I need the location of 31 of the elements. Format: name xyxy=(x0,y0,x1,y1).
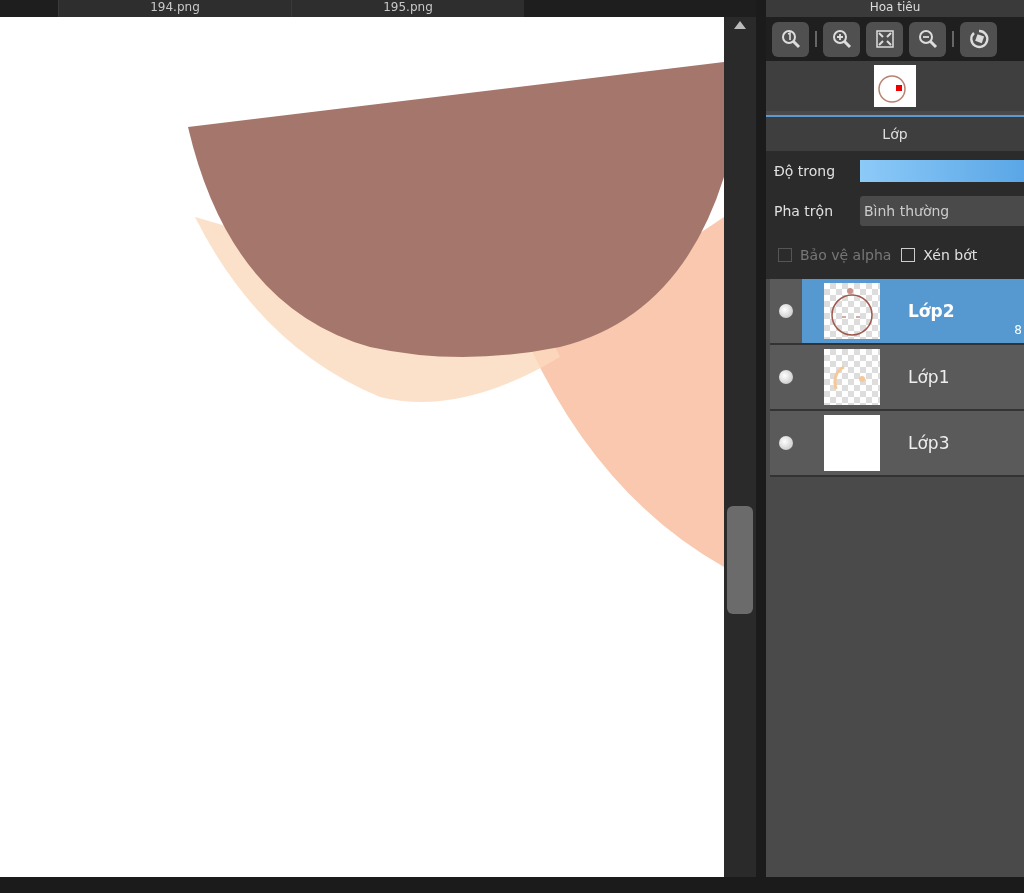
blend-label: Pha trộn xyxy=(774,203,835,219)
panel-title: Hoa tiêu xyxy=(869,0,921,14)
file-tab[interactable]: 194.png xyxy=(58,0,291,17)
layer-name: Lớp2 xyxy=(908,301,955,321)
visibility-toggle[interactable] xyxy=(770,345,802,409)
layer-thumbnail xyxy=(824,415,880,471)
visibility-toggle[interactable] xyxy=(770,279,802,343)
drawing-canvas[interactable] xyxy=(0,17,724,877)
layer-item[interactable]: Lớp2 8 xyxy=(802,279,1024,343)
layer-name: Lớp1 xyxy=(908,367,950,387)
layer-thumbnail xyxy=(824,283,880,339)
layer-opacity: 8 xyxy=(1014,323,1022,337)
opacity-label: Độ trong xyxy=(774,163,837,179)
blend-mode-dropdown[interactable]: Bình thường xyxy=(860,196,1024,226)
panel-title: Lớp xyxy=(882,126,908,142)
layer-thumbnail xyxy=(824,349,880,405)
opacity-slider[interactable] xyxy=(860,160,1024,182)
layer-item[interactable]: Lớp3 xyxy=(802,411,1024,475)
actual-size-zoom-icon[interactable] xyxy=(772,21,809,57)
fit-screen-icon[interactable] xyxy=(866,21,903,57)
checkbox[interactable] xyxy=(901,248,916,262)
file-tab[interactable]: 195.png xyxy=(291,0,524,17)
zoom-out-icon[interactable] xyxy=(909,21,946,57)
checkbox-label: Bảo vệ alpha xyxy=(800,247,892,263)
rotate-icon[interactable] xyxy=(960,21,997,57)
layer-item[interactable]: Lớp1 xyxy=(802,345,1024,409)
checkbox-label: Xén bớt xyxy=(923,247,978,263)
zoom-in-icon[interactable] xyxy=(823,21,860,57)
layer-name: Lớp3 xyxy=(908,433,950,453)
visibility-toggle[interactable] xyxy=(770,411,802,475)
canvas-thumbnail[interactable] xyxy=(874,65,916,107)
